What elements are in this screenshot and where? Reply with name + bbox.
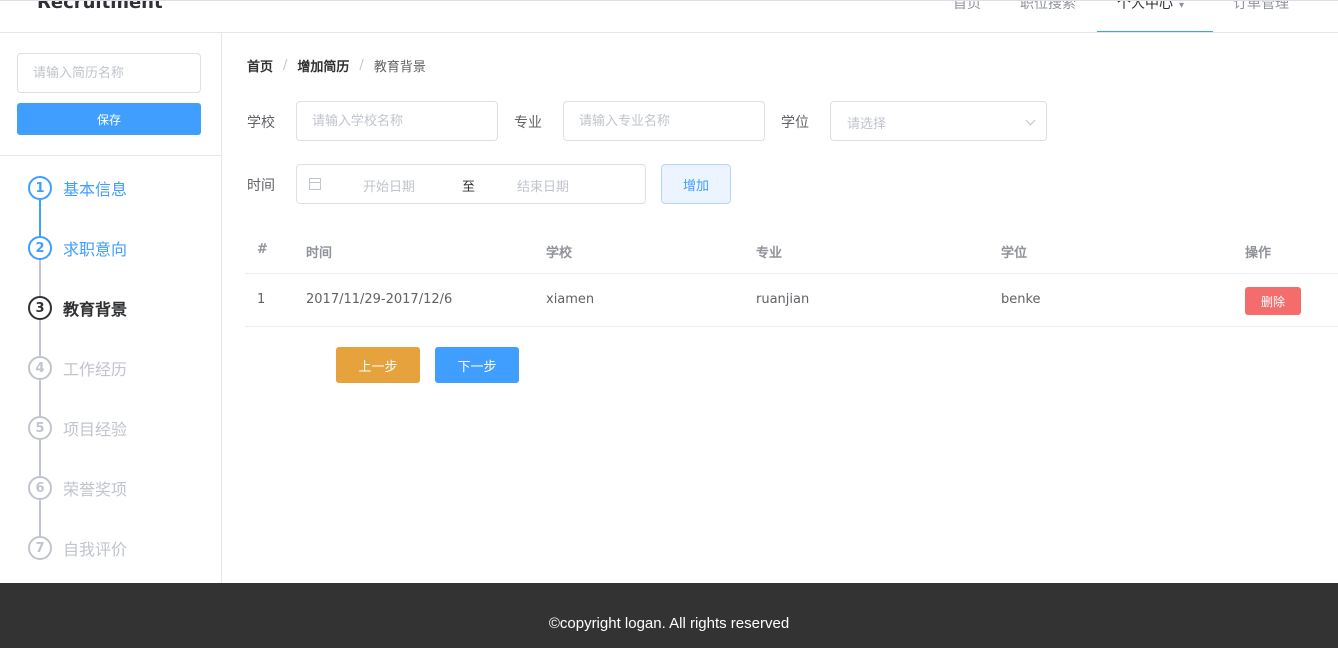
step-project-experience[interactable]: 5 项目经验 [28,416,127,440]
step-number: 4 [28,356,52,380]
chevron-down-icon: ▾ [1179,0,1185,11]
column-header-degree: 学位 [1001,246,1028,261]
cell-time: 2017/11/29-2017/12/6 [306,292,453,307]
step-number: 2 [28,236,52,260]
column-header-school: 学校 [546,246,573,261]
nav-order-management[interactable]: 订单管理 [1233,1,1289,32]
copyright-text: ©copyright logan. All rights reserved [548,615,790,632]
nav-job-search[interactable]: 职位搜索 [1020,1,1076,32]
main-content: 首页 / 增加简历 / 教育背景 学校 专业 学位 请选择 时间 开始日期 至 … [222,33,1338,583]
cell-school: xiamen [546,292,595,307]
next-step-button[interactable]: 下一步 [435,347,519,383]
end-date-input[interactable]: 结束日期 [517,176,569,195]
step-education[interactable]: 3 教育背景 [28,296,127,320]
degree-select[interactable]: 请选择 [830,101,1047,141]
prev-step-button[interactable]: 上一步 [336,347,420,383]
step-number: 3 [28,296,52,320]
breadcrumb-separator: / [283,58,288,73]
chevron-down-icon [1025,115,1036,126]
step-label: 工作经历 [63,360,128,379]
column-header-index: # [257,242,268,257]
step-honors-awards[interactable]: 6 荣誉奖项 [28,476,127,500]
step-number: 6 [28,476,52,500]
time-label: 时间 [247,178,275,194]
school-input[interactable] [296,101,498,141]
calendar-icon [309,178,321,190]
nav-personal-center[interactable]: 个人中心 ▾ [1097,0,1213,32]
delete-button[interactable]: 删除 [1245,287,1301,315]
column-header-major: 专业 [756,246,783,261]
step-label: 求职意向 [63,240,128,259]
step-label: 自我评价 [63,540,128,559]
cell-degree: benke [1001,292,1041,307]
resume-name-input[interactable] [17,53,201,93]
school-label: 学校 [247,115,275,131]
step-label: 荣誉奖项 [63,480,128,499]
step-label: 教育背景 [63,300,128,319]
breadcrumb-separator: / [359,58,364,73]
step-number: 7 [28,536,52,560]
major-input[interactable] [563,101,765,141]
degree-label: 学位 [781,115,809,131]
cell-major: ruanjian [756,292,810,307]
add-education-button[interactable]: 增加 [661,164,731,204]
major-label: 专业 [514,115,542,131]
column-header-action: 操作 [1245,246,1272,261]
column-header-time: 时间 [306,246,333,261]
cell-index: 1 [257,292,266,307]
date-range-picker[interactable]: 开始日期 至 结束日期 [296,164,646,204]
step-self-evaluation[interactable]: 7 自我评价 [28,536,127,560]
sidebar: 保存 1 基本信息 2 求职意向 3 教育背景 4 工作经历 5 项目经验 6 … [0,33,222,583]
breadcrumb-current: 教育背景 [373,60,426,75]
step-label: 基本信息 [63,180,128,199]
step-work-experience[interactable]: 4 工作经历 [28,356,127,380]
footer: ©copyright logan. All rights reserved [0,583,1338,648]
step-basic-info[interactable]: 1 基本信息 [28,176,127,200]
nav-personal-center-label: 个人中心 [1117,0,1173,12]
table-header: # 时间 学校 专业 学位 操作 [245,229,1338,274]
degree-select-placeholder: 请选择 [847,117,887,132]
step-job-intention[interactable]: 2 求职意向 [28,236,127,260]
table-row: 1 2017/11/29-2017/12/6 xiamen ruanjian b… [245,274,1338,327]
brand-logo[interactable]: Recruitment [37,1,163,13]
nav-home[interactable]: 首页 [953,1,981,32]
save-button[interactable]: 保存 [17,103,201,135]
step-number: 5 [28,416,52,440]
top-navbar: Recruitment 首页 职位搜索 个人中心 ▾ 订单管理 [0,0,1338,33]
step-label: 项目经验 [63,420,128,439]
breadcrumb: 首页 / 增加简历 / 教育背景 [247,56,426,75]
date-range-separator: 至 [462,180,476,195]
education-table: # 时间 学校 专业 学位 操作 1 2017/11/29-2017/12/6 … [245,229,1338,327]
breadcrumb-home[interactable]: 首页 [247,56,273,75]
step-number: 1 [28,176,52,200]
start-date-input[interactable]: 开始日期 [363,176,415,195]
breadcrumb-add-resume[interactable]: 增加简历 [297,56,349,75]
sidebar-divider [0,155,221,156]
